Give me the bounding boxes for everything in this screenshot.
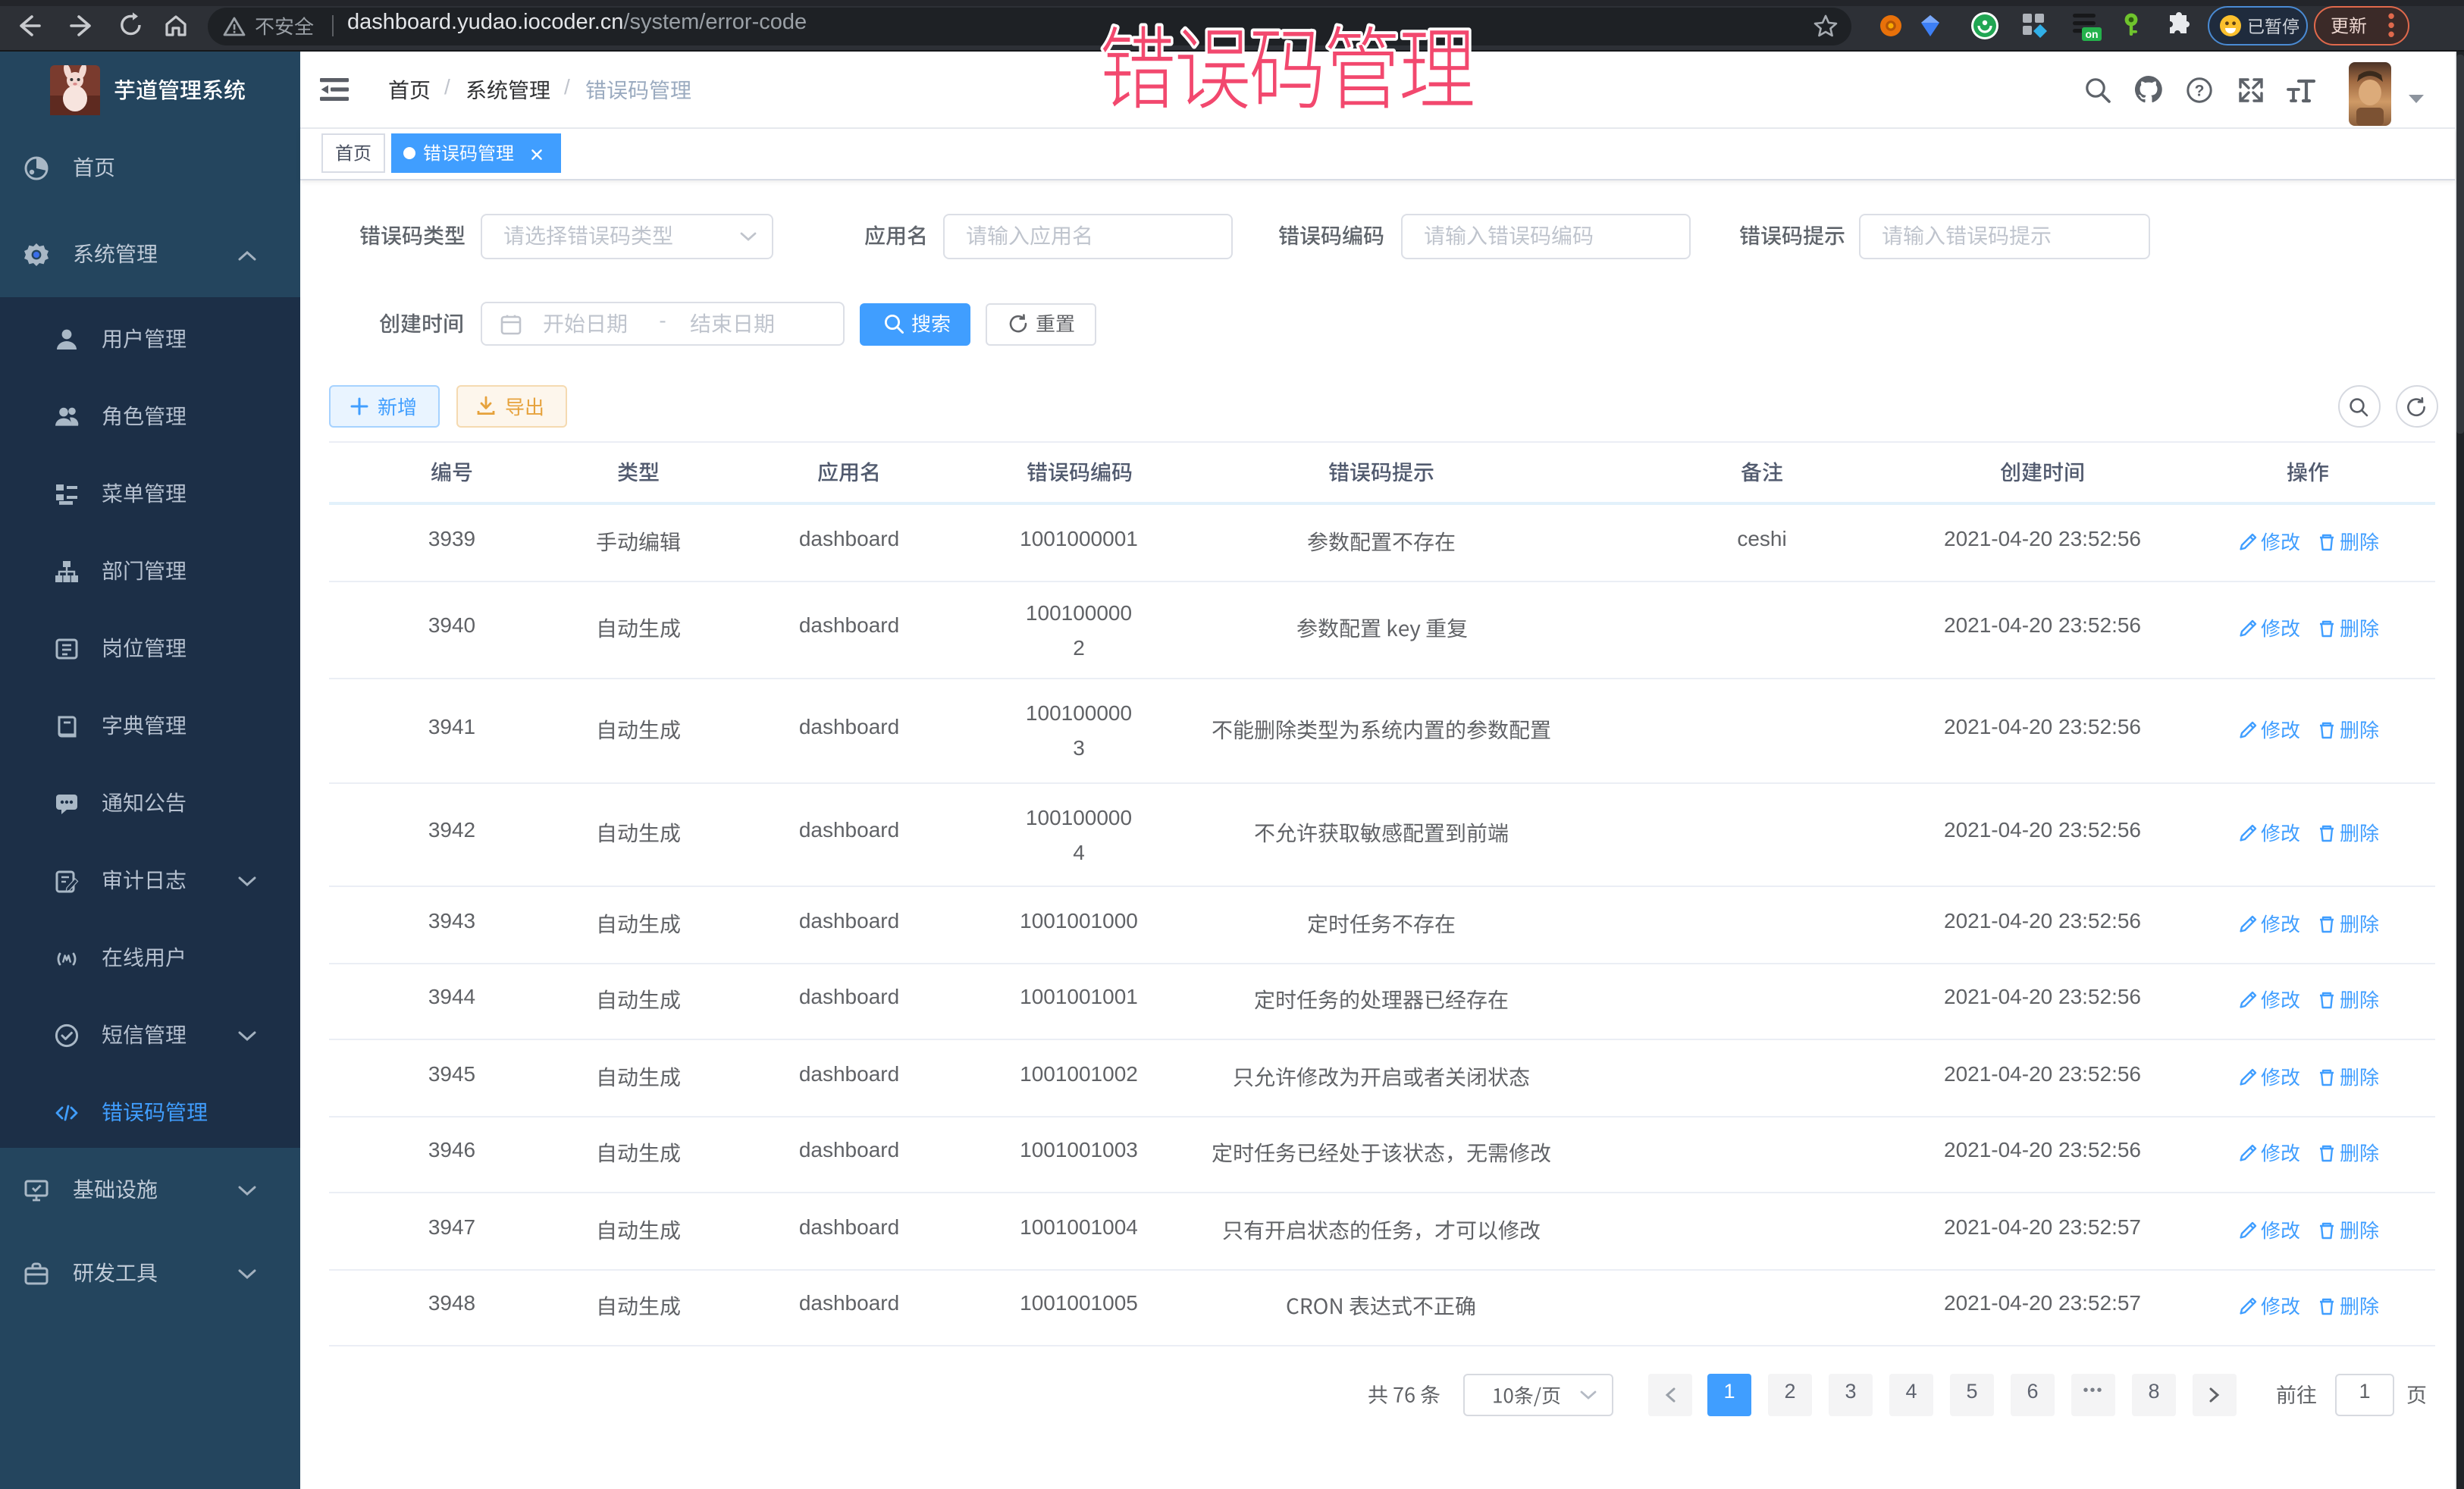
svg-text:?: ? <box>2195 82 2205 99</box>
svg-text:on: on <box>2085 28 2098 40</box>
